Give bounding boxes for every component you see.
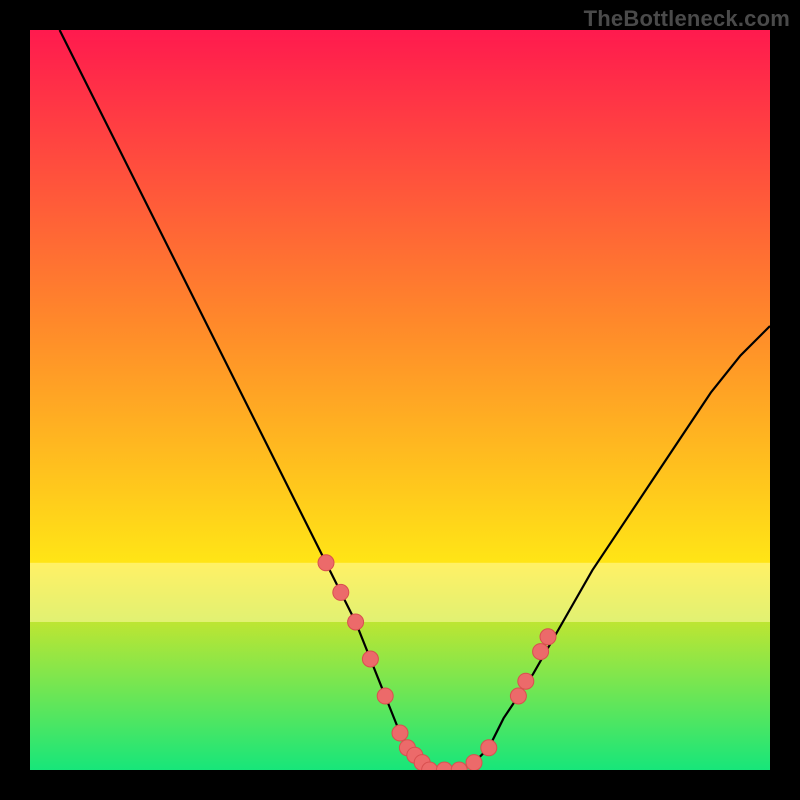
plot-area [30,30,770,770]
chart-container: TheBottleneck.com [0,0,800,800]
curve-dot [481,740,497,756]
curve-dot [333,584,349,600]
curve-dot [318,555,334,571]
curve-dot [362,651,378,667]
highlight-band [30,563,770,622]
curve-dot [533,644,549,660]
curve-dot [348,614,364,630]
curve-dot [392,725,408,741]
curve-dot [466,755,482,770]
curve-dot [377,688,393,704]
curve-dot [510,688,526,704]
curve-dot [518,673,534,689]
watermark-text: TheBottleneck.com [584,6,790,32]
curve-dot [540,629,556,645]
bottleneck-chart [30,30,770,770]
gradient-background [30,30,770,770]
